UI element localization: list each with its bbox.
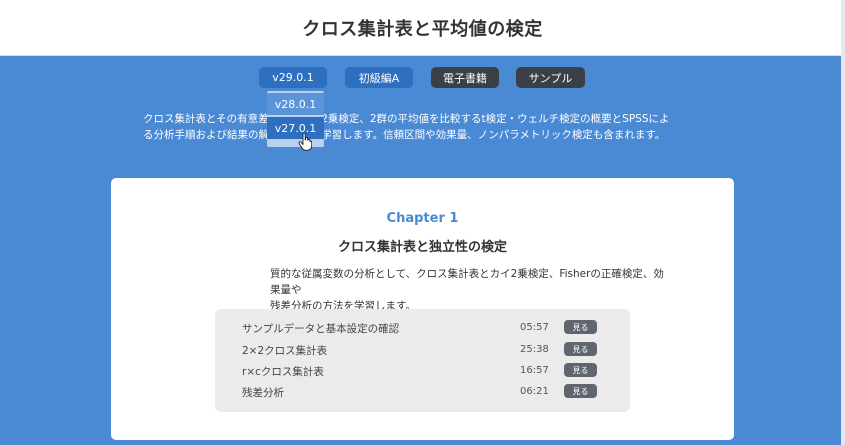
page-header: クロス集計表と平均値の検定 — [0, 0, 845, 56]
version-option-v28[interactable]: v28.0.1 — [267, 93, 324, 115]
watch-button[interactable]: 見る — [564, 384, 597, 398]
watch-button[interactable]: 見る — [564, 342, 597, 356]
lesson-duration: 06:21 — [520, 386, 549, 397]
chapter-title: クロス集計表と独立性の検定 — [337, 240, 507, 255]
lesson-duration: 25:38 — [520, 344, 549, 355]
lesson-title: r×cクロス集計表 — [242, 366, 324, 378]
lesson-title: 2×2クロス集計表 — [242, 345, 328, 357]
intro-text: クロス集計表とその有意差検定、カイ2乗検定、2群の平均値を比較するt検定・ウェル… — [143, 111, 713, 143]
watch-button[interactable]: 見る — [564, 363, 597, 377]
lesson-duration: 05:57 — [520, 322, 549, 333]
lesson-list: サンプルデータと基本設定の確認 05:57 見る 2×2クロス集計表 25:38… — [215, 309, 630, 412]
chapter-card: Chapter 1 クロス集計表と独立性の検定 質的な従属変数の分析として、クロ… — [111, 178, 734, 440]
version-option-v27[interactable]: v27.0.1 — [267, 117, 324, 139]
version-button[interactable]: v29.0.1 — [259, 67, 327, 88]
page-title: クロス集計表と平均値の検定 — [302, 18, 543, 40]
lesson-item: サンプルデータと基本設定の確認 05:57 見る — [215, 318, 630, 338]
level-button[interactable]: 初級編A — [345, 67, 413, 88]
hand-pointer-icon — [298, 133, 312, 151]
chapter-description: 質的な従属変数の分析として、クロス集計表とカイ2乗検定、Fisherの正確検定、… — [270, 266, 670, 314]
lesson-item: 残差分析 06:21 見る — [215, 382, 630, 402]
lesson-title: 残差分析 — [242, 387, 284, 399]
intro-line: クロス集計表とその有意差検定、カイ2乗検定、2群の平均値を比較するt検定・ウェル… — [143, 113, 670, 125]
lesson-duration: 16:57 — [520, 365, 549, 376]
lesson-item: 2×2クロス集計表 25:38 見る — [215, 340, 630, 360]
sample-button[interactable]: サンプル — [516, 67, 585, 88]
watch-button[interactable]: 見る — [564, 320, 597, 334]
chapter-description-line: 質的な従属変数の分析として、クロス集計表とカイ2乗検定、Fisherの正確検定、… — [270, 268, 664, 296]
version-dropdown: v28.0.1 v27.0.1 — [267, 91, 324, 147]
chapter-number: Chapter 1 — [386, 211, 459, 226]
ebook-button[interactable]: 電子書籍 — [431, 67, 499, 88]
intro-line: る分析手順および結果の解釈について学習します。信頼区間や効果量、ノンパラメトリッ… — [143, 129, 666, 141]
lesson-title: サンプルデータと基本設定の確認 — [242, 323, 400, 335]
lesson-item: r×cクロス集計表 16:57 見る — [215, 361, 630, 381]
toolbar: v29.0.1 初級編A 電子書籍 サンプル — [0, 67, 845, 88]
